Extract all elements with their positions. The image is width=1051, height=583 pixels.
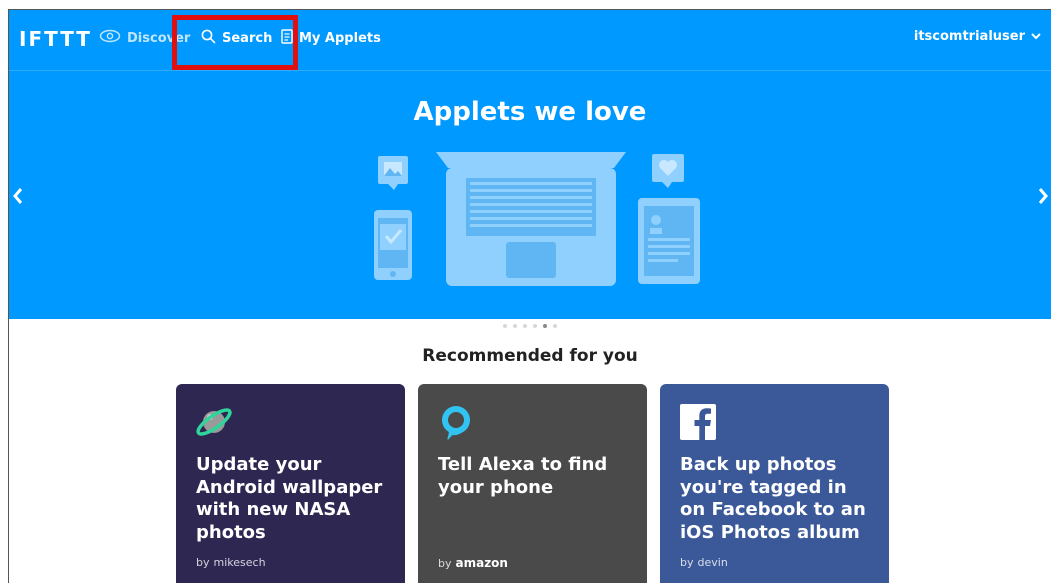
author-name: devin xyxy=(697,556,728,569)
alexa-icon xyxy=(436,402,476,442)
nav-my-applets-label: My Applets xyxy=(299,31,381,46)
carousel-dot[interactable] xyxy=(523,324,527,328)
applet-card[interactable]: Update your Android wallpaper with new N… xyxy=(176,384,405,583)
carousel-dot[interactable] xyxy=(553,324,557,328)
by-label: by xyxy=(680,556,694,569)
carousel-dot-active[interactable] xyxy=(543,324,547,328)
page: IFTTT Discover Search My Applets itscomt… xyxy=(0,0,1051,583)
nav-divider xyxy=(9,70,1051,71)
chevron-down-icon xyxy=(1031,29,1041,44)
top-nav: IFTTT Discover Search My Applets itscomt… xyxy=(9,10,1051,70)
search-highlight-box xyxy=(172,15,298,70)
eye-icon xyxy=(99,29,121,47)
carousel-dot[interactable] xyxy=(503,324,507,328)
username: itscomtrialuser xyxy=(913,29,1025,44)
heart-bubble-icon xyxy=(652,154,684,188)
carousel-prev-button[interactable] xyxy=(12,186,24,211)
by-label: by xyxy=(438,556,452,570)
applet-card-author: by devin xyxy=(680,556,728,569)
author-name: amazon xyxy=(455,556,508,570)
carousel-dot[interactable] xyxy=(513,324,517,328)
ifttt-logo[interactable]: IFTTT xyxy=(19,27,92,51)
by-label: by xyxy=(196,556,210,569)
carousel-dot[interactable] xyxy=(533,324,537,328)
image-bubble-icon xyxy=(378,156,408,190)
carousel-next-button[interactable] xyxy=(1037,186,1049,211)
window-edge-left xyxy=(8,9,9,583)
facebook-icon xyxy=(678,402,718,442)
phone-icon xyxy=(374,210,412,280)
user-menu[interactable]: itscomtrialuser xyxy=(914,29,1041,44)
applet-card[interactable]: Back up photos you're tagged in on Faceb… xyxy=(660,384,889,583)
applet-card-author: by amazon xyxy=(438,556,508,570)
planet-icon xyxy=(194,402,234,442)
applet-card-title: Back up photos you're tagged in on Faceb… xyxy=(680,454,866,543)
chevron-left-icon xyxy=(13,188,23,204)
devices-illustration xyxy=(374,152,700,286)
carousel-dots xyxy=(9,324,1051,328)
author-name: mikesech xyxy=(213,556,266,569)
recommended-heading: Recommended for you xyxy=(422,346,638,366)
applet-card[interactable]: Tell Alexa to find your phone by amazon xyxy=(418,384,647,583)
applet-card-title: Tell Alexa to find your phone xyxy=(438,454,608,498)
hero-title: Applets we love xyxy=(413,97,647,127)
window-edge-top xyxy=(8,9,1051,10)
laptop-icon xyxy=(436,152,626,286)
applet-card-title: Update your Android wallpaper with new N… xyxy=(196,454,383,543)
chevron-right-icon xyxy=(1038,188,1048,204)
tablet-icon xyxy=(638,198,700,284)
applet-card-author: by mikesech xyxy=(196,556,266,569)
